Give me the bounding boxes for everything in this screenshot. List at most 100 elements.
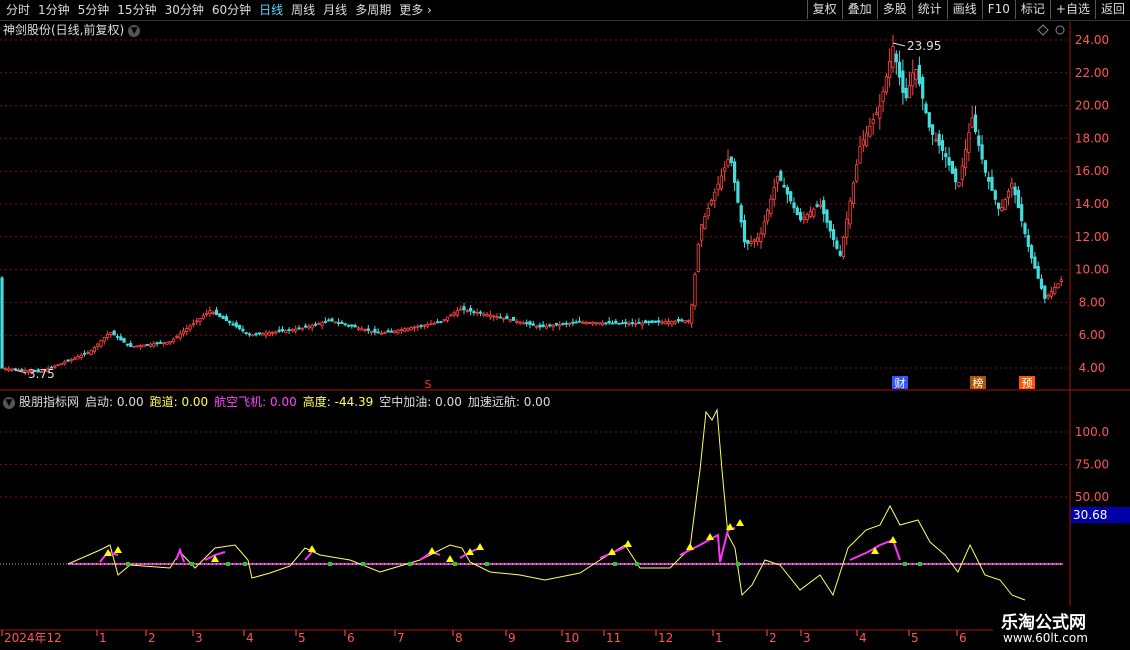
- toolbar-button-3[interactable]: 统计: [911, 0, 947, 19]
- candle-body: [683, 320, 687, 324]
- candle-body: [320, 322, 324, 326]
- period-tab-2[interactable]: 5分钟: [74, 1, 114, 19]
- signal-square: [613, 562, 617, 566]
- candle-body: [964, 148, 968, 169]
- candle-body: [640, 322, 644, 326]
- indicator-tick-label: 75.00: [1075, 458, 1109, 472]
- time-tick-label: 5: [911, 631, 919, 645]
- candle-body: [211, 312, 215, 314]
- signal-square: [736, 562, 740, 566]
- period-tab-5[interactable]: 60分钟: [208, 1, 255, 19]
- candle-body: [1056, 283, 1060, 289]
- toolbar-button-8[interactable]: 返回: [1094, 0, 1130, 19]
- marker-box: [1019, 376, 1035, 389]
- time-tick-label: 3: [195, 631, 203, 645]
- candle-body: [802, 216, 806, 220]
- candle-body: [204, 312, 209, 315]
- candle-body: [587, 321, 592, 324]
- candle-body: [330, 318, 334, 322]
- candle-body: [228, 320, 232, 324]
- candle-body: [907, 84, 912, 99]
- period-tab-7[interactable]: 周线: [287, 1, 319, 19]
- marker-label: 预: [1022, 377, 1033, 390]
- candle-body: [261, 333, 265, 336]
- signal-triangle: [308, 545, 316, 552]
- indicator-value-2: 航空飞机: 0.00: [214, 395, 297, 409]
- candle-body: [601, 322, 605, 325]
- period-tab-10[interactable]: 更多 ›: [395, 1, 436, 19]
- signal-square: [903, 562, 907, 566]
- candle-body: [115, 336, 120, 338]
- period-tab-0[interactable]: 分时: [2, 1, 34, 19]
- candle-body: [1049, 291, 1053, 297]
- candle-body: [439, 321, 443, 323]
- candle-body: [614, 320, 618, 324]
- toolbar-button-0[interactable]: 复权: [806, 0, 842, 19]
- candle-body: [525, 322, 529, 325]
- candle-body: [333, 321, 337, 324]
- candle-body: [379, 332, 384, 335]
- candle-body: [89, 350, 93, 355]
- toolbar-button-1[interactable]: 叠加: [841, 0, 877, 19]
- signal-square: [485, 562, 489, 566]
- chevron-down-icon[interactable]: ▼: [128, 24, 141, 37]
- candle-body: [977, 135, 981, 146]
- candle-body: [1023, 223, 1027, 235]
- candle-body: [653, 320, 658, 323]
- candle-body: [178, 333, 182, 339]
- candle-body: [838, 250, 842, 256]
- period-tab-1[interactable]: 1分钟: [34, 1, 74, 19]
- kline-chart[interactable]: 24.0022.0020.0018.0016.0014.0012.0010.00…: [0, 0, 1130, 650]
- period-tab-3[interactable]: 15分钟: [113, 1, 160, 19]
- candle-body: [409, 327, 413, 331]
- candle-body: [0, 277, 4, 369]
- candle-body: [1000, 207, 1004, 212]
- toolbar-button-6[interactable]: 标记: [1014, 0, 1050, 19]
- time-tick-label: 2: [769, 631, 777, 645]
- candle-body: [538, 324, 542, 328]
- toolbar-button-4[interactable]: 画线: [946, 0, 982, 19]
- toolbar-button-5[interactable]: F10: [981, 0, 1015, 19]
- indicator-value-1: 跑道: 0.00: [149, 395, 209, 409]
- toolbar-button-7[interactable]: +自选: [1049, 0, 1095, 19]
- candle-body: [274, 331, 278, 334]
- period-tab-6[interactable]: 日线: [255, 1, 287, 19]
- candle-body: [369, 330, 374, 333]
- candle-body: [881, 91, 885, 102]
- toolbar-button-2[interactable]: 多股: [876, 0, 912, 19]
- magenta-segment: [679, 527, 736, 563]
- candle-body: [82, 352, 87, 355]
- candle-body: [472, 311, 476, 313]
- stock-title[interactable]: 神剑股份(日线,前复权) ▼: [3, 21, 141, 38]
- candle-body: [43, 369, 47, 372]
- chevron-down-icon[interactable]: ▼: [3, 396, 15, 409]
- candle-body: [165, 341, 169, 345]
- candle-body: [874, 112, 879, 115]
- candle-body: [535, 325, 539, 328]
- candle-body: [944, 153, 948, 158]
- candle-body: [950, 160, 955, 174]
- candle-body: [109, 332, 113, 335]
- candle-body: [234, 322, 238, 328]
- candle-body: [713, 191, 717, 201]
- period-tab-9[interactable]: 多周期: [351, 1, 395, 19]
- period-tab-4[interactable]: 30分钟: [161, 1, 208, 19]
- signal-triangle: [624, 540, 632, 547]
- candle-body: [92, 346, 96, 353]
- candle-body: [145, 344, 149, 346]
- indicator-tick-label: 50.00: [1075, 490, 1109, 504]
- current-value-label: 30.68: [1073, 508, 1107, 522]
- candle-body: [848, 200, 852, 225]
- period-tab-8[interactable]: 月线: [319, 1, 351, 19]
- candle-body: [518, 321, 522, 324]
- candle-body: [26, 370, 31, 373]
- candle-body: [290, 329, 295, 332]
- candle-body: [1020, 204, 1024, 222]
- candle-body: [987, 177, 991, 182]
- candle-body: [112, 330, 116, 336]
- candle-body: [660, 321, 664, 324]
- candle-body: [772, 187, 776, 200]
- candle-body: [297, 327, 301, 330]
- indicator-name[interactable]: 股朋指标网: [19, 395, 79, 409]
- candle-body: [125, 343, 129, 346]
